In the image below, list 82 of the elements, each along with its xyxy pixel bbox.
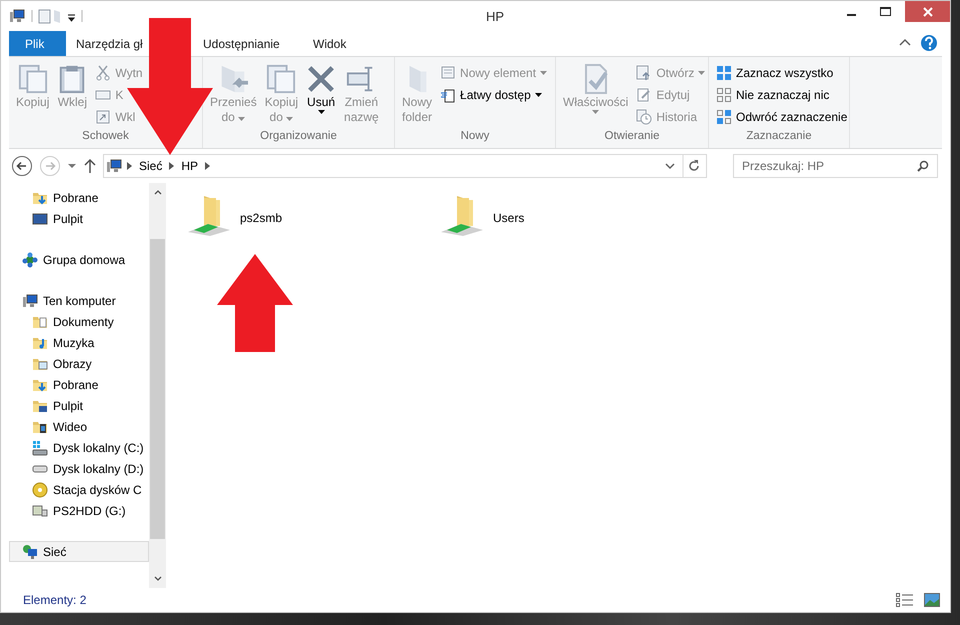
item-count: Elementy: 2	[23, 593, 86, 607]
maximize-icon	[880, 6, 890, 16]
path-icon	[95, 90, 112, 100]
nav-item[interactable]: Dysk lokalny (C:)	[9, 437, 150, 458]
ribbon-button[interactable]: Usuń	[303, 61, 340, 130]
ribbon-button[interactable]: Łatwy dostęp	[437, 85, 545, 105]
file-item[interactable]: ps2smb	[186, 193, 439, 243]
new-item-icon	[440, 65, 456, 81]
close-button[interactable]	[905, 1, 950, 22]
search-field[interactable]: Przeszukaj: HP	[733, 154, 938, 178]
ribbon-tab[interactable]: Udostępnianie	[193, 31, 303, 56]
copy-icon	[18, 63, 48, 95]
shortcut-icon	[95, 109, 112, 125]
open-icon	[636, 65, 652, 81]
group-label: Otwieranie	[604, 130, 660, 144]
easy-access-icon	[440, 87, 456, 103]
back-button[interactable]	[11, 155, 33, 177]
nav-item[interactable]: Obrazy	[9, 353, 150, 374]
nav-item[interactable]: Dysk lokalny (D:)	[9, 458, 150, 479]
thumbnail-view-icon[interactable]	[924, 593, 940, 607]
history-icon	[636, 109, 652, 125]
chevron-icon	[169, 162, 174, 170]
drive-icon	[32, 440, 48, 456]
nav-item[interactable]: Pobrane	[9, 187, 150, 208]
ribbon-tab[interactable]: Widok	[303, 31, 363, 56]
computer-icon	[9, 8, 25, 24]
ribbon-tab[interactable]: Narzędzia gł	[66, 31, 148, 56]
group-label: Zaznaczanie	[745, 130, 813, 144]
nav-item[interactable]: Stacja dysków C	[9, 479, 150, 500]
copy-icon	[266, 63, 296, 95]
select-all-icon	[716, 65, 732, 81]
caret-icon	[534, 93, 542, 97]
scissors-icon	[95, 65, 112, 81]
close-icon	[922, 6, 932, 16]
up-button[interactable]	[83, 158, 97, 174]
group-label: Organizowanie	[259, 130, 338, 144]
computer-icon	[22, 292, 38, 308]
nav-item[interactable]: PS2HDD (G:)	[9, 500, 150, 521]
scrollbar[interactable]	[149, 183, 166, 588]
address-bar[interactable]: Sieć HP	[103, 154, 707, 178]
nav-item[interactable]: Pobrane	[9, 374, 150, 395]
disc-icon	[32, 482, 48, 498]
drive-icon	[32, 464, 48, 472]
window-title: HP	[484, 8, 506, 24]
caret-icon	[238, 117, 246, 121]
nav-item[interactable]: Pulpit	[9, 395, 150, 416]
breadcrumb[interactable]: Sieć	[137, 159, 164, 173]
network-drive-icon	[32, 504, 48, 516]
ribbon-button[interactable]: Nie zaznaczaj nic	[713, 85, 832, 105]
nav-item[interactable]: Wideo	[9, 416, 150, 437]
details-view-icon[interactable]	[896, 593, 914, 607]
caret-icon	[540, 71, 548, 75]
quick-access-toolbar-icon	[31, 8, 83, 24]
caret-icon	[698, 71, 706, 75]
file-tab[interactable]: Plik	[9, 31, 66, 56]
chevron-icon	[127, 162, 132, 170]
nav-item[interactable]: Ten komputer	[9, 290, 150, 311]
nav-item[interactable]: Dokumenty	[9, 311, 150, 332]
minimize-icon	[846, 14, 856, 16]
nav-item[interactable]: Muzyka	[9, 332, 150, 353]
group-label: Schowek	[81, 130, 130, 144]
ribbon-button[interactable]: Odwróć zaznaczenie	[713, 107, 850, 127]
invert-selection-icon	[716, 109, 732, 125]
nav-item[interactable]: Pulpit	[9, 208, 150, 229]
computer-icon	[106, 158, 122, 174]
caret-icon	[318, 110, 325, 114]
chevron-icon	[205, 162, 210, 170]
homegroup-icon	[22, 252, 38, 268]
file-item[interactable]: Users	[439, 193, 692, 243]
edit-icon	[636, 87, 652, 103]
network-icon	[22, 544, 38, 560]
caret-icon	[592, 110, 600, 114]
desktop-icon	[32, 212, 48, 224]
nav-item[interactable]: Grupa domowa	[9, 249, 150, 270]
select-none-icon	[716, 87, 732, 103]
recent-locations-button[interactable]	[67, 163, 77, 169]
search-icon	[917, 160, 929, 172]
nav-item[interactable]: Sieć	[9, 541, 150, 562]
breadcrumb[interactable]: HP	[179, 159, 200, 173]
ribbon-button[interactable]: Zaznacz wszystko	[713, 63, 836, 83]
caret-icon	[286, 117, 294, 121]
group-label: Nowy	[460, 130, 490, 144]
